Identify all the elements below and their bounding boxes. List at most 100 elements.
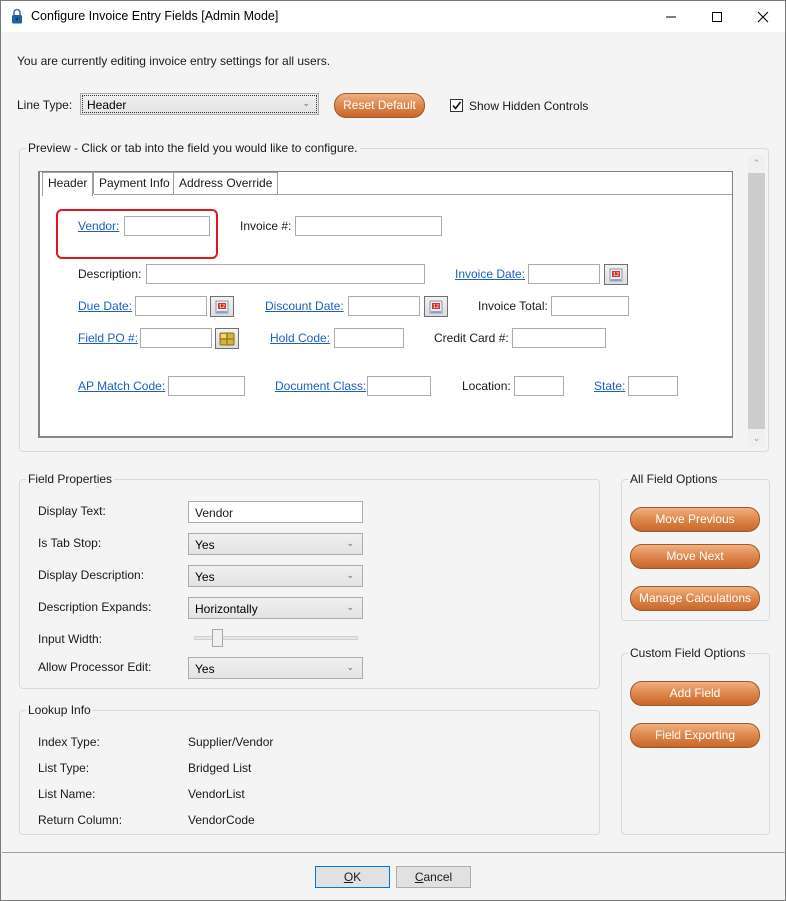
due-date-calendar-button[interactable]: 12 — [210, 296, 234, 317]
is-tab-stop-label: Is Tab Stop: — [38, 536, 102, 550]
display-text-input[interactable]: Vendor — [188, 501, 363, 523]
window-title: Configure Invoice Entry Fields [Admin Mo… — [31, 9, 279, 23]
allow-processor-edit-label: Allow Processor Edit: — [38, 660, 152, 674]
invoice-total-label: Invoice Total: — [478, 299, 548, 313]
svg-text:12: 12 — [219, 304, 225, 310]
maximize-button[interactable] — [694, 1, 740, 32]
description-expands-select[interactable]: Horizontally ⌄ — [188, 597, 363, 619]
document-class-label[interactable]: Document Class: — [275, 379, 366, 393]
display-description-value: Yes — [195, 570, 215, 584]
document-class-input[interactable] — [367, 376, 431, 396]
display-description-select[interactable]: Yes ⌄ — [188, 565, 363, 587]
reset-default-button[interactable]: Reset Default — [334, 93, 425, 118]
allow-processor-edit-select[interactable]: Yes ⌄ — [188, 657, 363, 679]
field-po-label[interactable]: Field PO #: — [78, 331, 138, 345]
dialog-window: Configure Invoice Entry Fields [Admin Mo… — [0, 0, 786, 901]
list-name-value: VendorList — [188, 787, 245, 801]
minimize-icon — [666, 16, 676, 17]
tab-address-override[interactable]: Address Override — [173, 172, 279, 195]
discount-date-label[interactable]: Discount Date: — [265, 299, 344, 313]
close-button[interactable] — [740, 1, 786, 32]
tab-payment-info[interactable]: Payment Info — [93, 172, 176, 195]
field-po-input[interactable] — [140, 328, 212, 348]
display-description-label: Display Description: — [38, 568, 145, 582]
hold-code-input[interactable] — [334, 328, 404, 348]
manage-calculations-button[interactable]: Manage Calculations — [630, 586, 760, 611]
checkmark-icon — [452, 101, 462, 110]
credit-card-input[interactable] — [512, 328, 606, 348]
line-type-label: Line Type: — [17, 98, 73, 112]
chevron-down-icon: ⌄ — [346, 662, 354, 672]
input-width-slider-thumb[interactable] — [212, 629, 224, 647]
chevron-down-icon: ⌄ — [346, 538, 354, 548]
all-field-options-legend: All Field Options — [628, 472, 720, 486]
field-properties-legend: Field Properties — [26, 472, 115, 486]
description-label: Description: — [78, 267, 142, 281]
return-column-value: VendorCode — [188, 813, 255, 827]
is-tab-stop-value: Yes — [195, 538, 215, 552]
list-type-label: List Type: — [38, 761, 90, 775]
ok-mnemonic: O — [343, 870, 354, 884]
description-expands-label: Description Expands: — [38, 600, 152, 614]
due-date-input[interactable] — [135, 296, 207, 316]
calendar-icon: 12 — [609, 268, 623, 281]
blocks-icon — [219, 332, 235, 345]
vendor-input[interactable] — [124, 216, 210, 236]
chevron-down-icon: ⌄ — [346, 570, 354, 580]
line-type-value: Header — [87, 98, 127, 112]
preview-scrollbar[interactable]: ⌃ ⌄ — [748, 155, 765, 447]
display-text-label: Display Text: — [38, 504, 106, 518]
scroll-down-icon[interactable]: ⌄ — [748, 430, 765, 447]
scroll-thumb[interactable] — [748, 173, 765, 429]
show-hidden-controls-label: Show Hidden Controls — [469, 99, 589, 113]
state-input[interactable] — [628, 376, 678, 396]
invoice-no-input[interactable] — [295, 216, 442, 236]
display-text-value: Vendor — [195, 506, 234, 520]
description-input[interactable] — [146, 264, 425, 284]
lookup-info-legend: Lookup Info — [26, 703, 93, 717]
location-label: Location: — [462, 379, 511, 393]
invoice-no-label: Invoice #: — [240, 219, 292, 233]
is-tab-stop-select[interactable]: Yes ⌄ — [188, 533, 363, 555]
input-width-label: Input Width: — [38, 632, 103, 646]
credit-card-label: Credit Card #: — [434, 331, 509, 345]
index-type-label: Index Type: — [38, 735, 100, 749]
field-exporting-button[interactable]: Field Exporting — [630, 723, 760, 748]
move-next-button[interactable]: Move Next — [630, 544, 760, 569]
description-expands-value: Horizontally — [195, 602, 258, 616]
ap-match-code-label[interactable]: AP Match Code: — [78, 379, 165, 393]
ap-match-code-input[interactable] — [168, 376, 245, 396]
scroll-up-icon[interactable]: ⌃ — [748, 155, 765, 172]
cancel-button[interactable]: Cancel — [396, 866, 471, 888]
close-icon — [757, 11, 769, 22]
field-po-lookup-button[interactable] — [215, 328, 239, 349]
allow-processor-edit-value: Yes — [195, 662, 215, 676]
ok-button[interactable]: OK — [315, 866, 390, 888]
invoice-date-input[interactable] — [528, 264, 600, 284]
index-type-value: Supplier/Vendor — [188, 735, 274, 749]
calendar-icon: 12 — [215, 300, 229, 313]
intro-text: You are currently editing invoice entry … — [17, 54, 331, 68]
move-previous-button[interactable]: Move Previous — [630, 507, 760, 532]
show-hidden-controls-checkbox[interactable] — [450, 99, 463, 112]
discount-date-calendar-button[interactable]: 12 — [424, 296, 448, 317]
ok-label-rest: K — [353, 870, 362, 884]
due-date-label[interactable]: Due Date: — [78, 299, 132, 313]
invoice-date-calendar-button[interactable]: 12 — [604, 264, 628, 285]
minimize-button[interactable] — [648, 1, 694, 32]
discount-date-input[interactable] — [348, 296, 420, 316]
vendor-label[interactable]: Vendor: — [78, 219, 119, 233]
hold-code-label[interactable]: Hold Code: — [270, 331, 330, 345]
svg-text:12: 12 — [433, 304, 439, 310]
add-field-button[interactable]: Add Field — [630, 681, 760, 706]
chevron-down-icon: ⌄ — [346, 602, 354, 612]
location-input[interactable] — [514, 376, 564, 396]
title-bar: Configure Invoice Entry Fields [Admin Mo… — [1, 1, 785, 32]
custom-field-options-legend: Custom Field Options — [628, 646, 748, 660]
invoice-total-input[interactable] — [551, 296, 629, 316]
invoice-date-label[interactable]: Invoice Date: — [455, 267, 525, 281]
line-type-select[interactable]: Header ⌄ — [80, 93, 319, 115]
state-label[interactable]: State: — [594, 379, 625, 393]
calendar-icon: 12 — [429, 300, 443, 313]
tab-header[interactable]: Header — [42, 172, 94, 196]
